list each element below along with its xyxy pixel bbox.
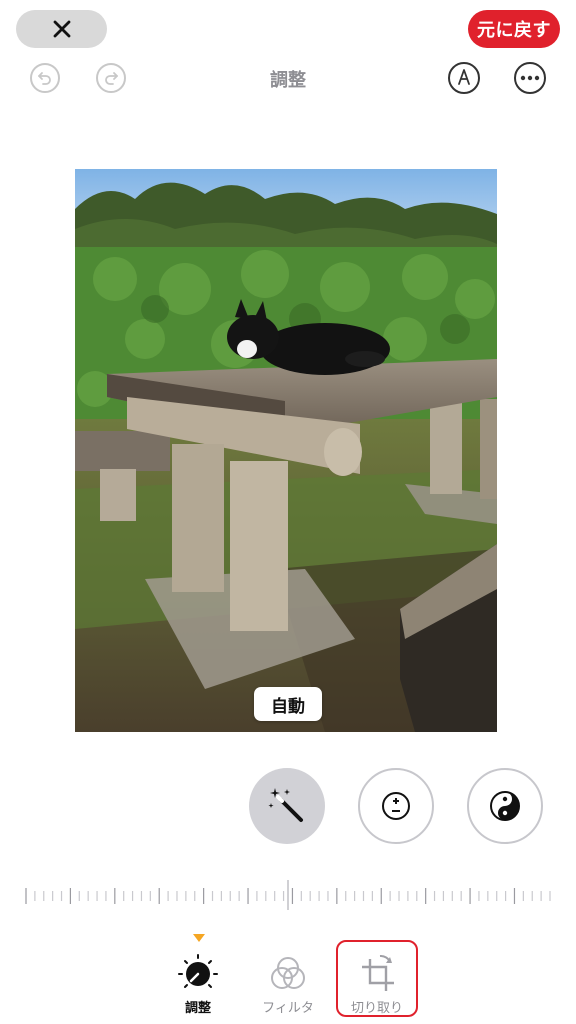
tab-label-crop: 切り取り xyxy=(350,1001,403,1016)
redo-icon xyxy=(105,72,118,85)
markup-pen-icon xyxy=(458,69,470,85)
adjust-dial-icon xyxy=(178,954,218,988)
tab-adjust[interactable]: 調整 xyxy=(163,953,233,1016)
exposure-icon xyxy=(382,792,410,820)
auto-label: 自動 xyxy=(271,696,305,717)
exposure-button[interactable] xyxy=(358,768,434,844)
more-button[interactable] xyxy=(514,62,546,94)
brilliance-icon xyxy=(490,791,520,821)
undo-button[interactable] xyxy=(30,63,60,93)
more-ellipsis-icon xyxy=(520,75,540,81)
selected-tab-indicator xyxy=(193,934,205,942)
photo-preview xyxy=(75,169,497,732)
crop-rotate-icon xyxy=(362,954,394,991)
revert-button[interactable]: 元に戻す xyxy=(468,10,560,48)
slider-ticks xyxy=(25,880,551,910)
redo-button[interactable] xyxy=(96,63,126,93)
auto-badge: 自動 xyxy=(254,687,322,721)
close-icon xyxy=(53,20,70,38)
markup-button[interactable] xyxy=(448,62,480,94)
cancel-button[interactable] xyxy=(16,10,107,48)
tab-label-adjust: 調整 xyxy=(184,1001,211,1016)
auto-enhance-button[interactable] xyxy=(249,768,325,844)
tab-crop[interactable]: 切り取り xyxy=(342,953,412,1016)
photo-cat-on-bench xyxy=(75,169,497,732)
page-title: 調整 xyxy=(270,70,306,91)
revert-label: 元に戻す xyxy=(477,20,551,41)
tab-label-filter: フィルタ xyxy=(262,1001,314,1016)
undo-icon xyxy=(38,72,51,85)
adjustment-slider[interactable] xyxy=(22,880,554,910)
brilliance-button[interactable] xyxy=(467,768,543,844)
tab-filter[interactable]: フィルタ xyxy=(253,953,323,1016)
magic-wand-icon xyxy=(268,788,303,822)
filter-circles-icon xyxy=(271,957,305,989)
